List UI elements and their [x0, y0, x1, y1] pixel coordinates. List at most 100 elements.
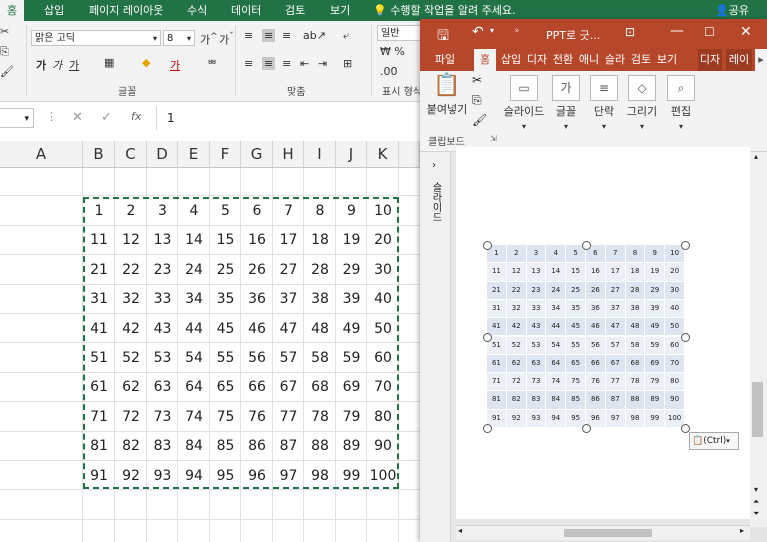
table-cell[interactable]: 36 — [586, 299, 605, 318]
align-left-icon[interactable]: ≡ — [244, 57, 253, 70]
table-cell[interactable]: 69 — [645, 354, 665, 373]
table-cell[interactable]: 49 — [645, 318, 665, 336]
font-size-select[interactable]: 8 ▾ — [163, 30, 195, 46]
table-cell[interactable]: 26 — [586, 281, 605, 299]
formula-input[interactable]: 1 — [156, 106, 421, 130]
table-cell[interactable]: 35 — [566, 299, 585, 318]
table-cell[interactable]: 100 — [665, 409, 684, 427]
table-cell[interactable]: 77 — [605, 373, 625, 391]
table-cell[interactable]: 66 — [586, 354, 605, 373]
table-cell[interactable]: 25 — [566, 281, 585, 299]
close-icon[interactable]: ✕ — [740, 24, 752, 40]
table-cell[interactable]: 85 — [566, 391, 585, 409]
tell-me-box[interactable]: 💡 수행할 작업을 알려 주세요. — [373, 0, 516, 21]
table-cell[interactable]: 27 — [605, 281, 625, 299]
table-cell[interactable]: 81 — [487, 391, 506, 409]
editing-button[interactable]: ⌕ 편집 ▾ — [663, 71, 699, 135]
align-right-icon[interactable]: ≡ — [282, 57, 291, 70]
paste-button[interactable]: 📋 붙여넣기 — [424, 71, 470, 135]
table-cell[interactable]: 75 — [566, 373, 585, 391]
table-cell[interactable]: 61 — [487, 354, 506, 373]
font-name-select[interactable]: 맑은 고딕 ▾ — [31, 30, 161, 46]
table-cell[interactable]: 30 — [665, 281, 684, 299]
table-cell[interactable]: 73 — [526, 373, 546, 391]
number-format-select[interactable]: 일반 — [377, 25, 422, 41]
increase-indent-icon[interactable]: ⇥ — [318, 57, 327, 70]
table-cell[interactable]: 76 — [586, 373, 605, 391]
table-cell[interactable]: 7 — [605, 245, 625, 263]
table-cell[interactable]: 86 — [586, 391, 605, 409]
table-cell[interactable]: 40 — [665, 299, 684, 318]
table-cell[interactable]: 15 — [566, 263, 585, 281]
column-header[interactable]: K — [367, 141, 399, 167]
column-header[interactable]: E — [178, 141, 210, 167]
table-cell[interactable]: 97 — [605, 409, 625, 427]
chevron-down-icon[interactable]: ▾ — [490, 26, 494, 35]
table-cell[interactable]: 72 — [506, 373, 526, 391]
next-slide-icon[interactable]: ⏷ — [753, 509, 759, 519]
column-header[interactable]: G — [241, 141, 273, 167]
tab-design[interactable]: 디자 — [525, 49, 549, 71]
decrease-indent-icon[interactable]: ⇤ — [300, 57, 309, 70]
pasted-table[interactable]: 1 2 3 4 5 6 7 8 9 10 11 12 13 14 15 16 17 18 19 20 21 22 23 24 2… — [483, 241, 690, 433]
table-cell[interactable]: 9 — [645, 245, 665, 263]
tab-view[interactable]: 보기 — [655, 49, 679, 71]
align-top-icon[interactable]: ≡ — [244, 29, 253, 42]
table-cell[interactable]: 21 — [487, 281, 506, 299]
decrease-font-icon[interactable]: 가ˇ — [219, 31, 234, 48]
table-cell[interactable]: 28 — [625, 281, 645, 299]
table-cell[interactable]: 46 — [586, 318, 605, 336]
bold-icon[interactable]: 가 — [36, 57, 46, 73]
table-cell[interactable]: 93 — [526, 409, 546, 427]
table-cell[interactable]: 64 — [546, 354, 566, 373]
thumbnail-pane-collapsed[interactable]: › 슬라이드 — [420, 152, 451, 542]
wrap-text-icon[interactable]: ⤶ — [343, 29, 349, 43]
table-cell[interactable]: 16 — [586, 263, 605, 281]
table-cell[interactable]: 74 — [546, 373, 566, 391]
tab-table-layout[interactable]: 레이 — [726, 49, 752, 71]
tab-slideshow[interactable]: 슬라 — [603, 49, 627, 71]
table-cell[interactable]: 94 — [546, 409, 566, 427]
table-cell[interactable]: 68 — [625, 354, 645, 373]
table-cell[interactable]: 65 — [566, 354, 585, 373]
tab-insert[interactable]: 삽입 — [44, 0, 64, 21]
format-painter-icon[interactable]: 🖌 — [472, 113, 487, 127]
cut-icon[interactable]: ✂ — [472, 73, 482, 87]
align-center-icon[interactable]: ≡ — [262, 57, 276, 70]
minimize-icon[interactable]: — — [670, 23, 684, 39]
table-cell[interactable]: 14 — [546, 263, 566, 281]
table-cell[interactable]: 31 — [487, 299, 506, 318]
table-cell[interactable]: 37 — [605, 299, 625, 318]
table-cell[interactable]: 71 — [487, 373, 506, 391]
cancel-icon[interactable]: ✕ — [72, 110, 83, 125]
table-cell[interactable]: 24 — [546, 281, 566, 299]
copy-icon[interactable]: ⎘ — [472, 93, 482, 108]
format-painter-icon[interactable]: 🖌 — [0, 65, 14, 78]
table-cell[interactable]: 63 — [526, 354, 546, 373]
decimal-icon[interactable]: .00 — [380, 65, 398, 78]
table-cell[interactable]: 50 — [665, 318, 684, 336]
column-header[interactable]: C — [115, 141, 147, 167]
table-cell[interactable]: 39 — [645, 299, 665, 318]
paste-options-button[interactable]: 📋(Ctrl)▾ — [689, 432, 739, 450]
table-cell[interactable]: 88 — [625, 391, 645, 409]
table-cell[interactable]: 84 — [546, 391, 566, 409]
scroll-down-icon[interactable]: ▾ — [754, 485, 758, 494]
undo-icon[interactable]: ↶ — [472, 24, 484, 40]
table-cell[interactable]: 11 — [487, 263, 506, 281]
table-cell[interactable]: 29 — [645, 281, 665, 299]
table-cell[interactable]: 53 — [526, 336, 546, 354]
column-header[interactable]: A — [0, 141, 83, 167]
tab-home[interactable]: 홈 — [474, 49, 496, 71]
fill-color-icon[interactable]: ◆ — [142, 56, 150, 69]
table-cell[interactable]: 8 — [625, 245, 645, 263]
tab-table-design[interactable]: 디자 — [698, 49, 722, 71]
merge-center-icon[interactable]: ⊞ — [343, 57, 352, 70]
column-header[interactable]: J — [336, 141, 367, 167]
table-cell[interactable]: 58 — [625, 336, 645, 354]
table-cell[interactable]: 45 — [566, 318, 585, 336]
table-cell[interactable]: 67 — [605, 354, 625, 373]
orientation-icon[interactable]: ab↗ — [303, 29, 326, 42]
more-icon[interactable]: » — [514, 26, 520, 36]
table-cell[interactable]: 19 — [645, 263, 665, 281]
